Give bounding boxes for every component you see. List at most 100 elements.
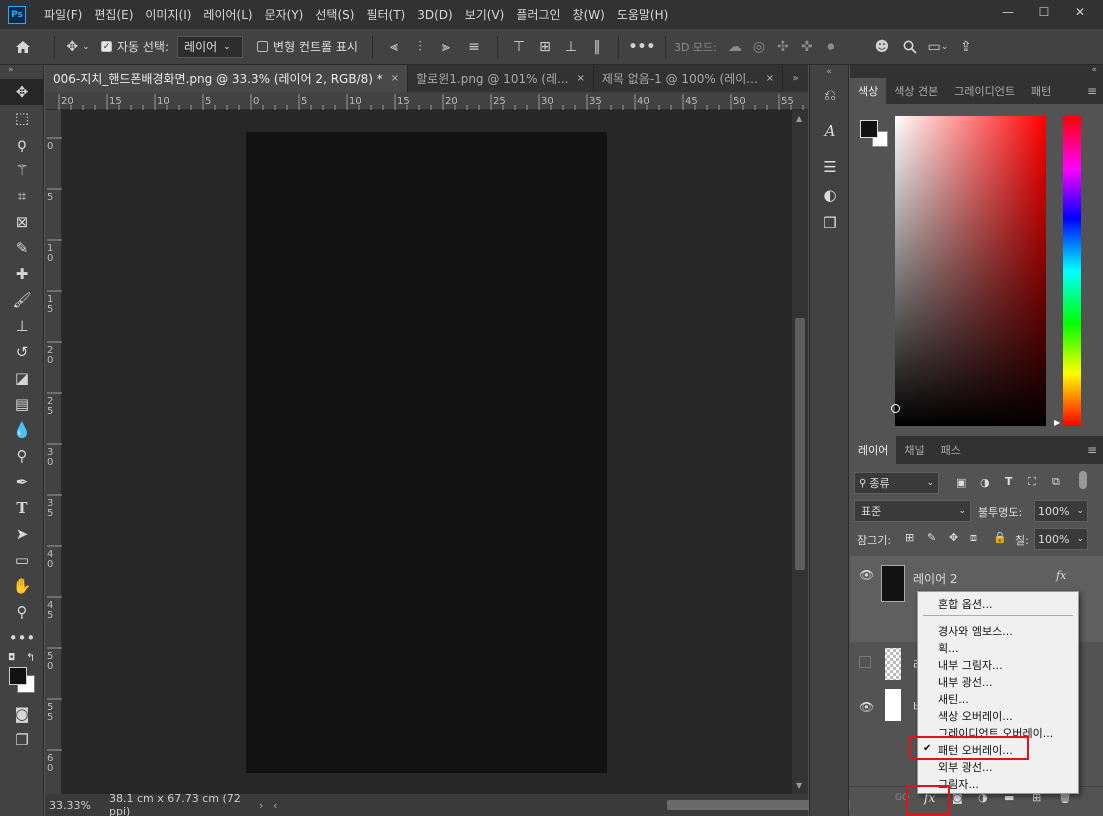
menu-edit[interactable]: 편집(E) — [88, 6, 139, 23]
vertical-scroll-thumb[interactable] — [795, 318, 805, 570]
color-field[interactable] — [891, 116, 1046, 426]
share-icon[interactable]: ⇪ — [953, 39, 979, 55]
status-menu-icon[interactable]: › — [259, 799, 273, 812]
tab-patterns[interactable]: 패턴 — [1023, 78, 1059, 104]
screen-mode-icon[interactable]: ❐ — [0, 727, 44, 753]
hue-slider[interactable] — [1063, 116, 1081, 426]
collapse-dock-icon[interactable]: « — [810, 65, 848, 81]
align-bottom-icon[interactable]: ⊥ — [558, 39, 584, 55]
user-share-icon[interactable]: ☻ — [867, 39, 897, 55]
search-icon[interactable] — [897, 40, 923, 54]
menu-type[interactable]: 문자(Y) — [259, 6, 310, 23]
filter-smart-object-icon[interactable]: ⧉ — [1052, 475, 1060, 489]
close-icon[interactable]: × — [576, 73, 584, 84]
align-center-icon[interactable]: ⫶ — [407, 39, 433, 55]
restore-button[interactable]: ☐ — [1029, 3, 1059, 21]
menu-window[interactable]: 창(W) — [567, 6, 611, 23]
menu-item-inner-shadow[interactable]: 내부 그림자... — [938, 656, 1003, 673]
tab-layers[interactable]: 레이어 — [850, 436, 897, 464]
fill-input[interactable]: 100% ⌄ — [1034, 528, 1088, 550]
menu-view[interactable]: 보기(V) — [459, 6, 511, 23]
foreground-color-swatch[interactable] — [860, 120, 878, 138]
more-options-button[interactable]: ••• — [627, 39, 657, 55]
align-top-icon[interactable]: ⊤ — [506, 39, 532, 55]
healing-brush-tool-icon[interactable]: ✚ — [0, 261, 44, 287]
properties-panel-icon[interactable]: ☰ — [810, 153, 850, 181]
move-tool-icon[interactable]: ✥ — [0, 79, 44, 105]
3d-roll-icon[interactable]: ◎ — [747, 39, 771, 55]
filter-shape-icon[interactable]: ⛶ — [1028, 475, 1036, 489]
quick-mask-icon[interactable]: ◙ — [0, 701, 44, 727]
history-panel-icon[interactable]: ⎌ — [810, 81, 850, 109]
menu-file[interactable]: 파일(F) — [38, 6, 88, 23]
close-button[interactable]: ✕ — [1065, 3, 1095, 21]
filter-type-icon[interactable]: T — [1005, 475, 1013, 488]
menu-filter[interactable]: 필터(T) — [360, 6, 411, 23]
lock-image-icon[interactable]: ✎ — [927, 531, 936, 544]
distribute-horizontal-icon[interactable]: ‖ — [584, 39, 610, 55]
menu-layer[interactable]: 레이어(L) — [197, 6, 258, 23]
home-icon[interactable] — [0, 40, 46, 54]
lock-transparent-icon[interactable]: ⊞ — [905, 531, 914, 544]
filter-toggle[interactable] — [1079, 471, 1087, 489]
3d-orbit-icon[interactable]: ☁ — [723, 39, 747, 55]
type-tool-icon[interactable]: T — [0, 495, 44, 521]
scroll-up-icon[interactable]: ▲ — [796, 114, 802, 123]
transform-controls-checkbox[interactable] — [257, 41, 269, 52]
edit-toolbar-icon[interactable]: ••• — [0, 625, 44, 651]
color-picker-cursor[interactable] — [891, 404, 900, 413]
menu-select[interactable]: 선택(S) — [309, 6, 360, 23]
menu-item-inner-glow[interactable]: 내부 광선... — [938, 673, 992, 690]
minimize-button[interactable]: — — [993, 3, 1023, 21]
filter-adjustment-icon[interactable]: ◑ — [980, 476, 990, 489]
tab-document-2[interactable]: 할로윈1.png @ 101% (레... × — [408, 65, 594, 92]
3d-slide-icon[interactable]: ✜ — [795, 39, 819, 55]
menu-item-satin[interactable]: 새틴... — [938, 690, 969, 707]
eye-icon[interactable]: 👁 — [859, 568, 874, 582]
tab-channels[interactable]: 채널 — [896, 436, 932, 464]
distribute-vertical-icon[interactable]: ≡ — [459, 39, 489, 55]
marquee-tool-icon[interactable]: ⬚ — [0, 105, 44, 131]
zoom-tool-icon[interactable]: ⚲ — [0, 599, 44, 625]
collapse-right-icon[interactable]: « — [850, 65, 1103, 78]
scroll-down-icon[interactable]: ▼ — [796, 781, 802, 790]
crop-tool-icon[interactable]: ⌗ — [0, 183, 44, 209]
menu-help[interactable]: 도움말(H) — [611, 6, 675, 23]
foreground-color-swatch[interactable] — [9, 667, 27, 685]
menu-item-outer-glow[interactable]: 외부 광선... — [938, 758, 992, 775]
character-panel-icon[interactable]: A — [810, 117, 850, 145]
canvas-area[interactable] — [62, 110, 792, 794]
eyedropper-tool-icon[interactable]: ✎ — [0, 235, 44, 261]
frame-tool-icon[interactable]: ⊠ — [0, 209, 44, 235]
zoom-level[interactable]: 33.33% — [45, 799, 103, 812]
tab-document-3[interactable]: 제목 없음-1 @ 100% (레이... × — [594, 65, 784, 92]
menu-item-stroke[interactable]: 획... — [938, 639, 959, 656]
blend-mode-dropdown[interactable]: 표준 ⌄ — [854, 500, 971, 522]
opacity-input[interactable]: 100% ⌄ — [1034, 500, 1088, 522]
3d-pan-icon[interactable]: ✣ — [771, 39, 795, 55]
clone-stamp-tool-icon[interactable]: ⊥ — [0, 313, 44, 339]
dodge-tool-icon[interactable]: ⚲ — [0, 443, 44, 469]
layer-name[interactable]: 레이어 2 — [913, 570, 958, 587]
tab-document-1[interactable]: 006-지치_핸드폰배경화면.png @ 33.3% (레이어 2, RGB/8… — [45, 65, 409, 92]
eraser-tool-icon[interactable]: ◪ — [0, 365, 44, 391]
libraries-panel-icon[interactable]: ❒ — [810, 209, 850, 237]
default-colors-icon[interactable]: ◘ — [8, 653, 15, 663]
collapse-panel-icon[interactable]: » — [783, 65, 808, 92]
lock-all-icon[interactable]: 🔒 — [993, 531, 1007, 544]
collapse-toolbar-icon[interactable]: » — [0, 65, 43, 79]
align-left-icon[interactable]: ⫷ — [381, 39, 407, 55]
align-middle-icon[interactable]: ⊞ — [532, 39, 558, 55]
visibility-toggle[interactable] — [859, 656, 871, 668]
lock-artboard-icon[interactable]: ⧈ — [970, 531, 977, 545]
layer-filter-dropdown[interactable]: ⚲ 종류 ⌄ — [854, 472, 939, 494]
rectangle-tool-icon[interactable]: ▭ — [0, 547, 44, 573]
document-canvas[interactable] — [246, 132, 607, 773]
blur-tool-icon[interactable]: 💧 — [0, 417, 44, 443]
tab-swatches[interactable]: 색상 견본 — [886, 78, 946, 104]
filter-pixel-icon[interactable]: ▣ — [956, 476, 966, 489]
3d-camera-icon[interactable]: ⏺ — [819, 39, 843, 55]
close-icon[interactable]: × — [391, 73, 399, 84]
panel-menu-icon[interactable]: ≡ — [1081, 78, 1103, 104]
gradient-tool-icon[interactable]: ▤ — [0, 391, 44, 417]
